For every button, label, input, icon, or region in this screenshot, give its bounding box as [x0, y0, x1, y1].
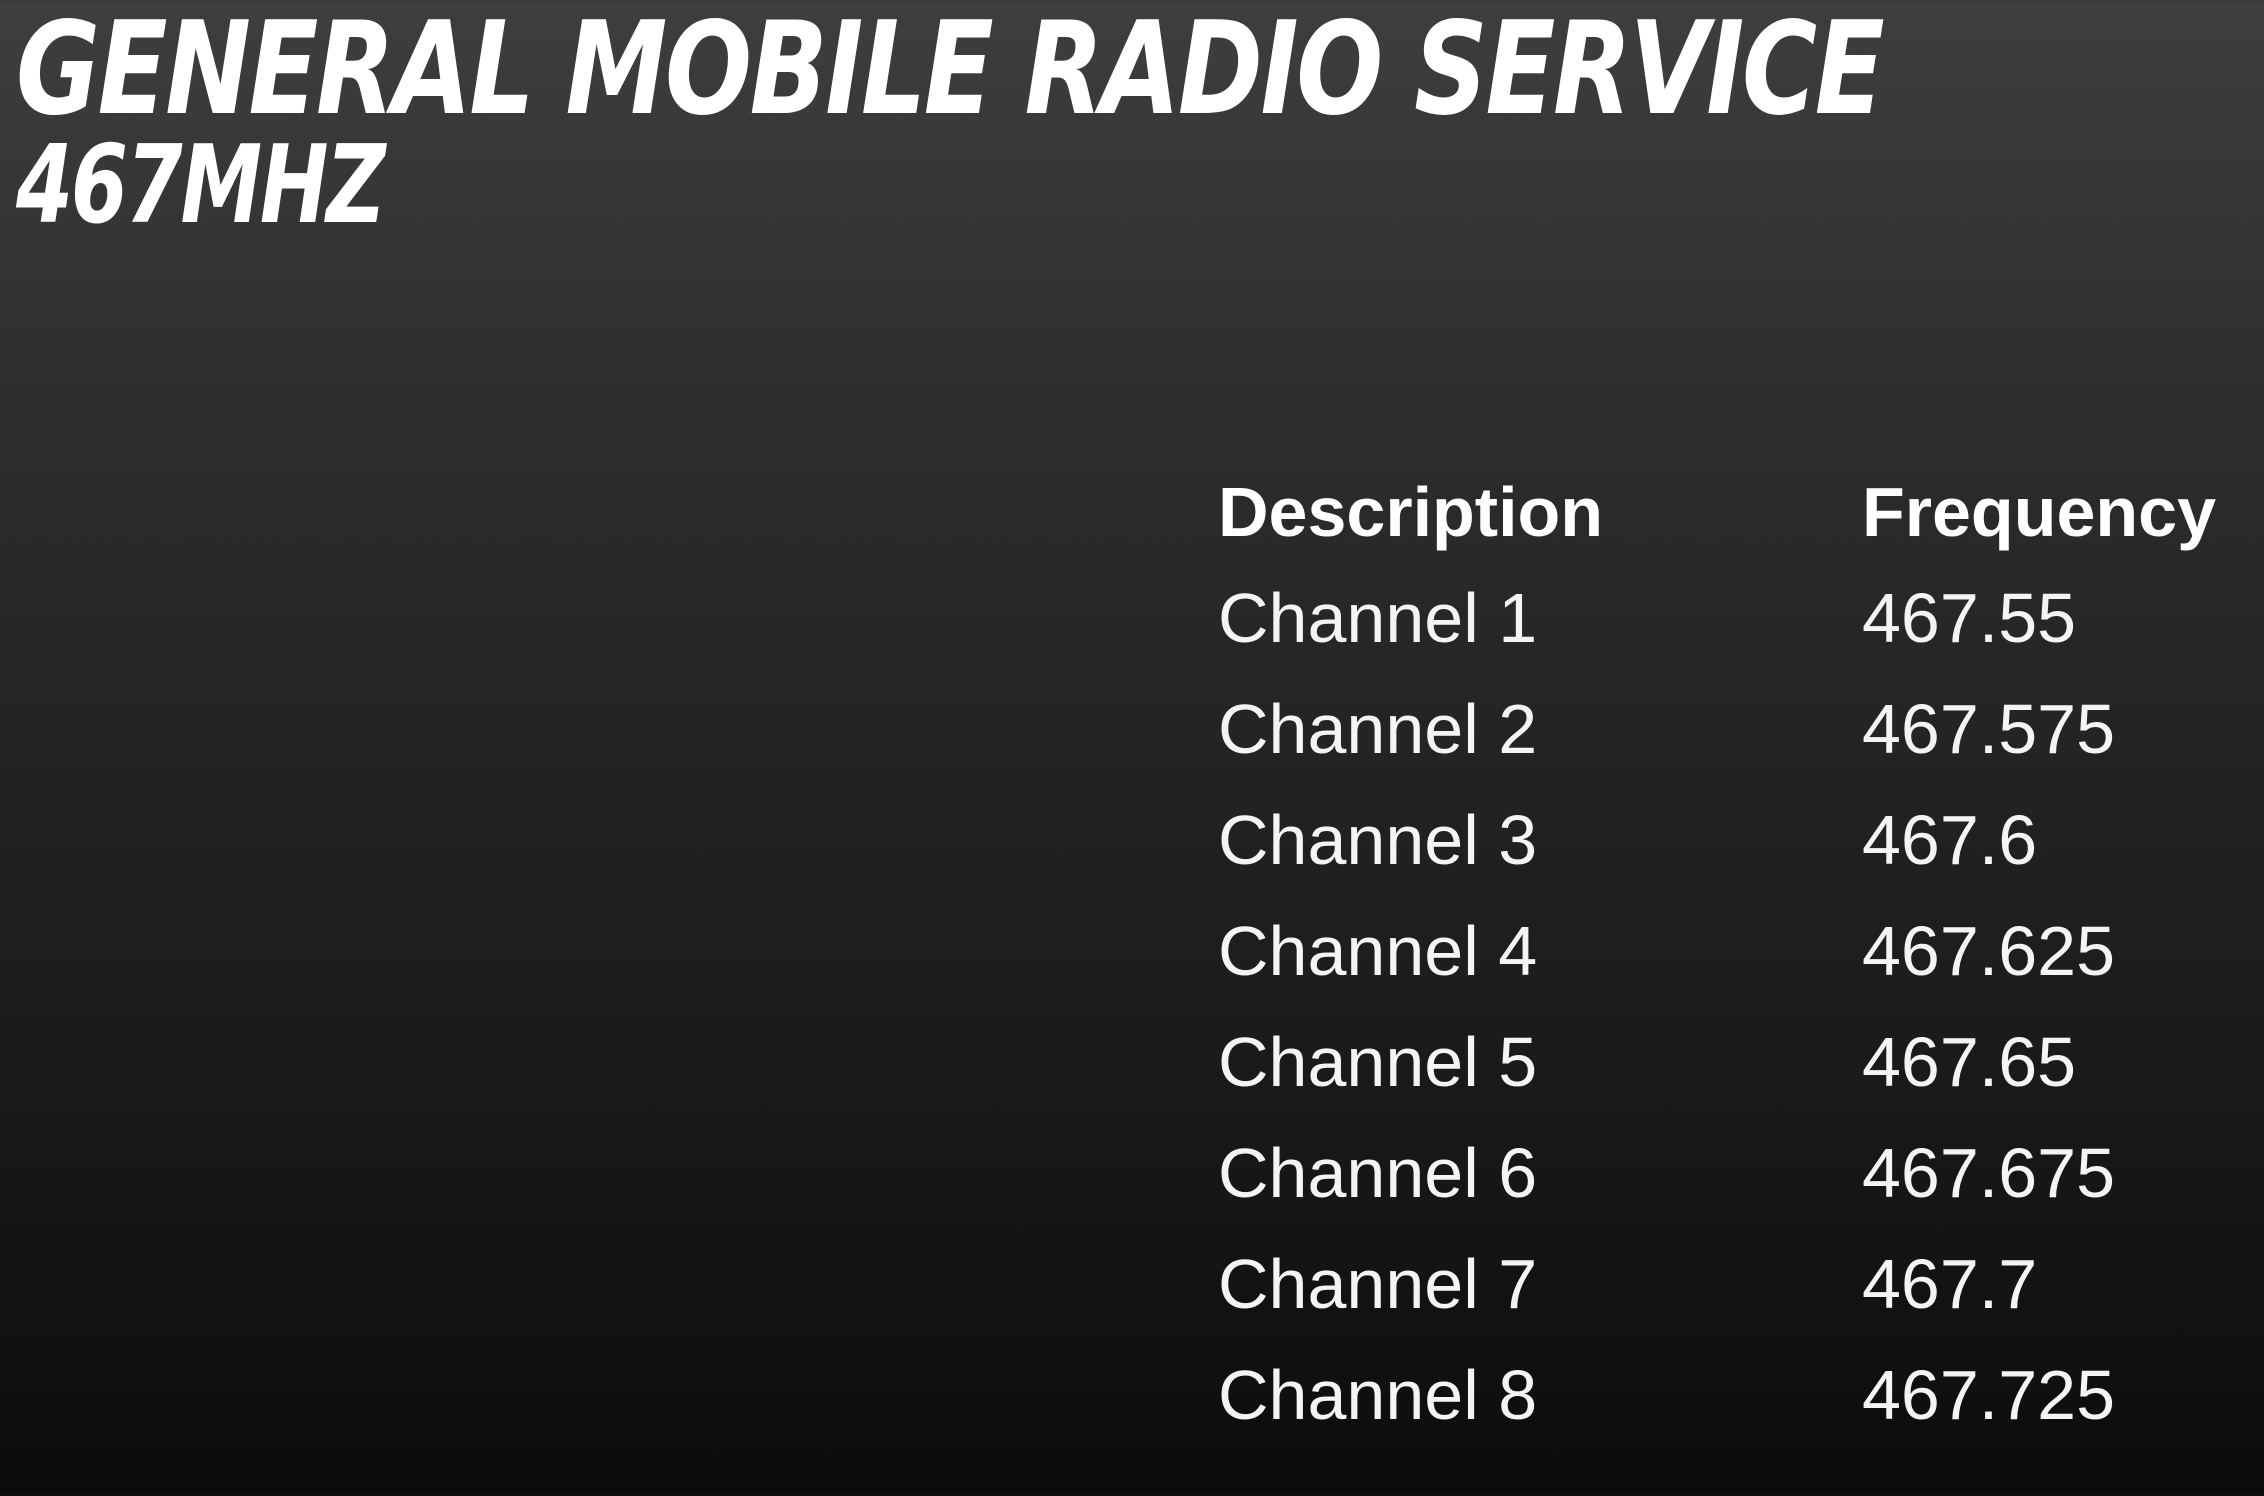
slide: General Mobile Radio Service 467MHZ Desc… [0, 0, 2264, 1496]
row-frequency: 467.55 [1862, 578, 2077, 657]
row-frequency: 467.575 [1862, 689, 2116, 768]
table-row: Channel 6 467.675 [1218, 1117, 2242, 1228]
row-description: Channel 3 [1218, 800, 1538, 879]
table-row: Channel 4 467.625 [1218, 895, 2242, 1006]
table-row: Channel 7 467.7 [1218, 1228, 2242, 1339]
header-description: Description [1218, 473, 1604, 551]
table-row: Channel 2 467.575 [1218, 673, 2242, 784]
row-description: Channel 4 [1218, 911, 1538, 990]
table-row: Channel 5 467.65 [1218, 1006, 2242, 1117]
title-block: General Mobile Radio Service 467MHZ [16, 6, 2264, 240]
table-row: Channel 8 467.725 [1218, 1339, 2242, 1450]
row-frequency: 467.675 [1862, 1133, 2116, 1212]
frequency-table: Description Frequency Channel 1 467.55 C… [1218, 468, 2242, 1450]
header-frequency: Frequency [1862, 473, 2216, 551]
table-header-row: Description Frequency [1218, 468, 2242, 562]
slide-title: General Mobile Radio Service [16, 0, 1885, 144]
row-description: Channel 1 [1218, 578, 1538, 657]
row-description: Channel 7 [1218, 1244, 1538, 1323]
row-frequency: 467.7 [1862, 1244, 2038, 1323]
row-frequency: 467.725 [1862, 1355, 2116, 1434]
row-description: Channel 6 [1218, 1133, 1538, 1212]
row-frequency: 467.65 [1862, 1022, 2077, 1101]
row-description: Channel 5 [1218, 1022, 1538, 1101]
row-description: Channel 2 [1218, 689, 1538, 768]
row-frequency: 467.6 [1862, 800, 2038, 879]
slide-subtitle: 467MHZ [16, 123, 386, 248]
row-frequency: 467.625 [1862, 911, 2116, 990]
table-row: Channel 1 467.55 [1218, 562, 2242, 673]
table-row: Channel 3 467.6 [1218, 784, 2242, 895]
row-description: Channel 8 [1218, 1355, 1538, 1434]
